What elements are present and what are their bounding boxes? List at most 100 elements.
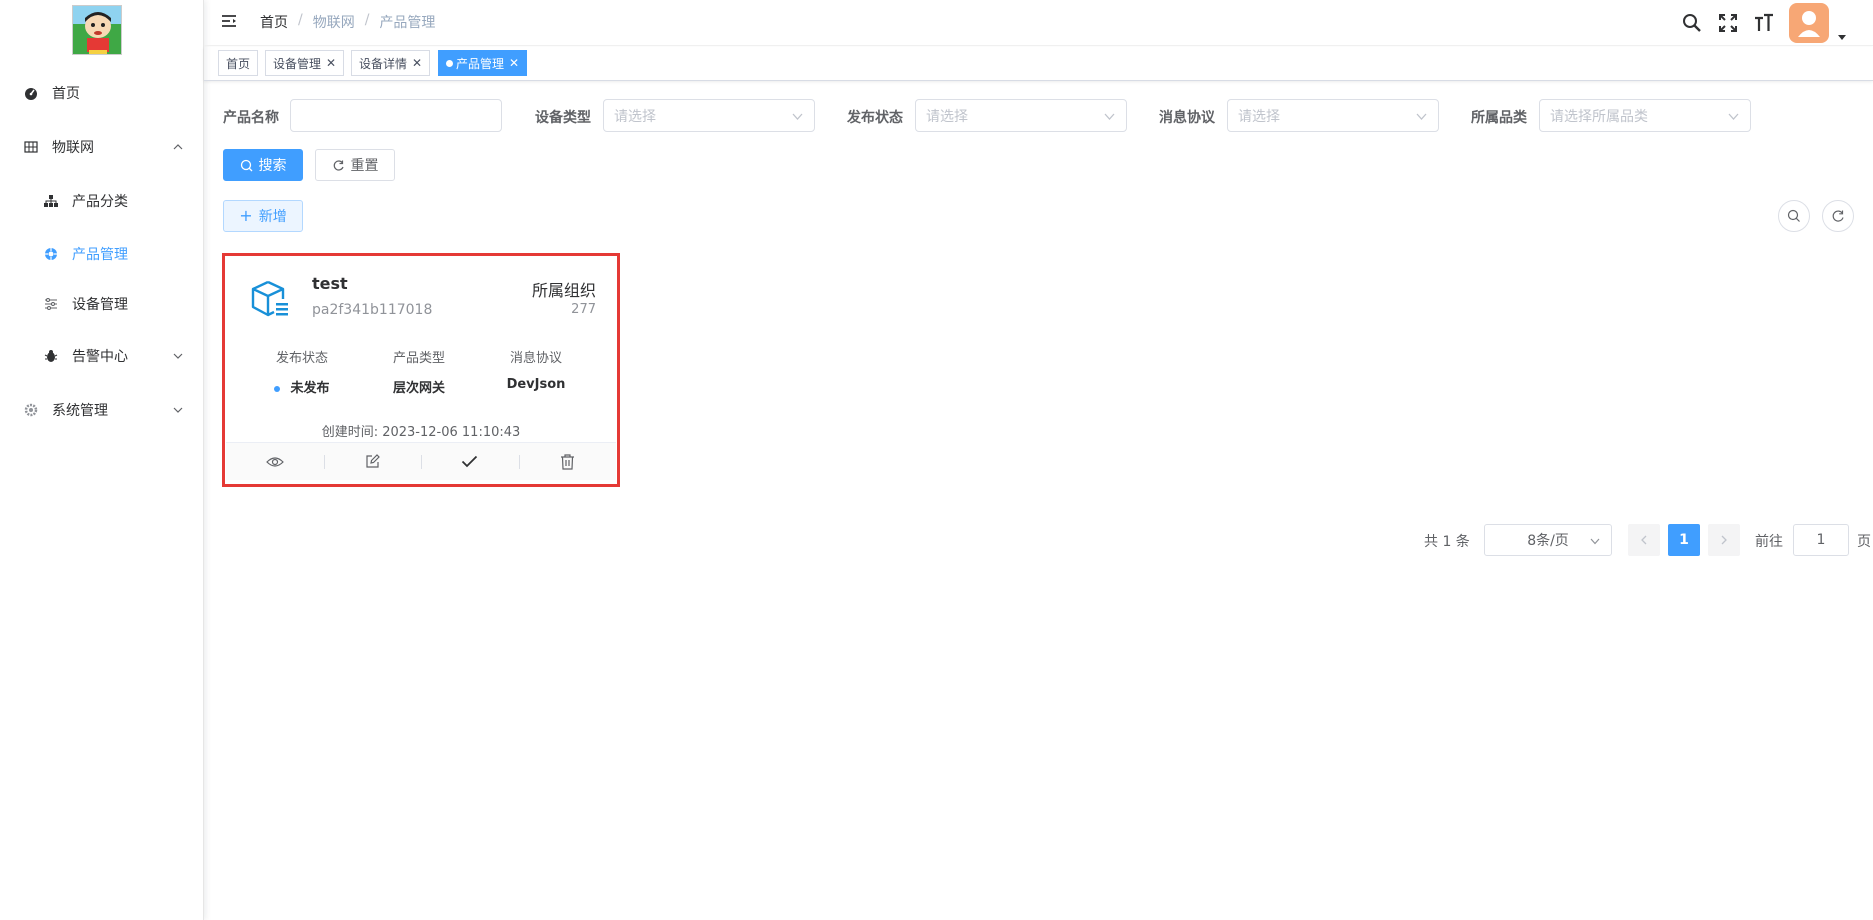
reset-button[interactable]: 重置 <box>315 149 395 181</box>
protocol-label: 消息协议 <box>1159 110 1215 126</box>
active-dot <box>446 59 453 67</box>
chevron-up-icon <box>173 144 183 150</box>
sidebar-item-label: 产品管理 <box>72 247 128 263</box>
search-icon <box>240 159 252 171</box>
chevron-down-icon <box>1416 113 1427 120</box>
goto-label: 前往 <box>1755 534 1783 550</box>
tab-device-detail[interactable]: 设备详情 ✕ <box>351 50 431 76</box>
trash-icon <box>560 453 574 470</box>
sidebar-item-label: 设备管理 <box>72 297 128 313</box>
sidebar-item-alarm-center[interactable]: 告警中心 <box>0 331 204 381</box>
edit-button[interactable] <box>323 443 422 481</box>
search-icon <box>1787 209 1800 222</box>
dashboard-icon <box>25 88 37 100</box>
status-text: 未发布 <box>290 381 330 396</box>
breadcrumb-home[interactable]: 首页 <box>260 12 288 32</box>
close-icon[interactable]: ✕ <box>326 56 336 70</box>
sidebar-item-product-category[interactable]: 产品分类 <box>0 176 204 226</box>
sidebar: 首页 物联网 产品分类 产品管理 设备管理 告警中心 系统管理 <box>0 0 204 920</box>
device-type-select[interactable]: 请选择 <box>603 99 815 132</box>
eye-icon <box>265 456 284 467</box>
select-placeholder: 请选择 <box>614 108 656 125</box>
product-code: pa2f341b117018 <box>312 302 433 318</box>
protocol-label: 消息协议 <box>509 351 562 366</box>
refresh-icon <box>333 159 344 171</box>
logo-avatar <box>72 5 122 55</box>
search-button[interactable]: 搜索 <box>223 149 303 181</box>
caret-down-icon[interactable] <box>1837 32 1847 42</box>
add-button[interactable]: + 新增 <box>223 200 303 232</box>
page-number-button[interactable]: 1 <box>1668 524 1700 556</box>
page-suffix: 页 <box>1857 534 1871 550</box>
sidebar-item-iot[interactable]: 物联网 <box>0 122 204 172</box>
protocol-select[interactable]: 请选择 <box>1227 99 1439 132</box>
tags-view: 首页 设备管理 ✕ 设备详情 ✕ 产品管理 ✕ <box>204 47 1873 81</box>
sidebar-item-label: 物联网 <box>52 140 94 156</box>
card-actions <box>226 442 616 480</box>
sidebar-item-home[interactable]: 首页 <box>0 68 204 118</box>
chevron-down-icon <box>173 407 183 413</box>
refresh-icon <box>1832 210 1844 222</box>
tab-device-management[interactable]: 设备管理 ✕ <box>265 50 345 76</box>
gear-icon <box>24 403 38 417</box>
chevron-down-icon <box>1104 113 1115 120</box>
check-icon <box>462 455 478 468</box>
close-icon[interactable]: ✕ <box>412 56 422 70</box>
search-icon[interactable] <box>1681 12 1703 34</box>
navbar-actions <box>1681 3 1847 43</box>
org-label: 所属组织 <box>531 281 596 300</box>
menu-fold-icon[interactable] <box>220 12 240 32</box>
breadcrumb: 首页 / 物联网 / 产品管理 <box>260 12 435 32</box>
page-size-select[interactable]: 8条/页 <box>1484 524 1612 556</box>
tree-icon <box>44 195 58 207</box>
sidebar-item-system-management[interactable]: 系统管理 <box>0 385 204 435</box>
breadcrumb-separator: / <box>364 12 370 28</box>
publish-status-select[interactable]: 请选择 <box>915 99 1127 132</box>
publish-button[interactable] <box>421 443 519 481</box>
product-card[interactable]: test pa2f341b117018 所属组织 277 发布状态 产品类型 消… <box>226 257 616 483</box>
publish-status-label: 发布状态 <box>275 351 328 366</box>
product-name-label: 产品名称 <box>223 110 279 126</box>
refresh-button[interactable] <box>1822 200 1854 232</box>
bug-icon <box>44 350 58 362</box>
chevron-down-icon <box>1728 113 1739 120</box>
product-type-label: 产品类型 <box>392 351 445 366</box>
tab-home[interactable]: 首页 <box>218 50 259 76</box>
delete-button[interactable] <box>518 443 617 481</box>
top-navbar: 首页 / 物联网 / 产品管理 <box>204 0 1873 46</box>
tab-label: 产品管理 <box>456 56 505 71</box>
product-icon <box>45 248 57 260</box>
view-button[interactable] <box>226 443 324 481</box>
breadcrumb-current: 产品管理 <box>379 15 436 31</box>
next-page-button[interactable] <box>1708 524 1740 556</box>
tab-product-management[interactable]: 产品管理 ✕ <box>438 50 528 76</box>
page-size-value: 8条/页 <box>1527 533 1569 549</box>
breadcrumb-separator: / <box>298 12 303 28</box>
tab-label: 设备详情 <box>359 56 408 71</box>
goto-page-input[interactable]: 1 <box>1793 524 1849 556</box>
font-size-icon[interactable] <box>1753 12 1775 34</box>
chevron-down-icon <box>792 113 803 120</box>
sidebar-item-device-management[interactable]: 设备管理 <box>0 279 204 329</box>
tab-label: 设备管理 <box>273 56 322 71</box>
fullscreen-icon[interactable] <box>1717 12 1739 34</box>
avatar[interactable] <box>1789 3 1829 43</box>
breadcrumb-iot[interactable]: 物联网 <box>313 12 355 32</box>
category-select[interactable]: 请选择所属品类 <box>1539 99 1751 132</box>
sidebar-item-product-management[interactable]: 产品管理 <box>0 229 204 279</box>
prev-page-button[interactable] <box>1628 524 1660 556</box>
product-name-input[interactable] <box>290 99 502 132</box>
plus-icon: + <box>239 206 253 225</box>
chevron-down-icon <box>1590 538 1600 545</box>
chevron-left-icon <box>1641 535 1647 545</box>
button-label: 搜索 <box>258 158 287 174</box>
publish-status-value: 未发布 <box>252 377 352 396</box>
created-time: 创建时间: 2023-12-06 11:10:43 <box>321 425 521 440</box>
pagination-total: 共 1 条 <box>1424 534 1470 550</box>
select-placeholder: 请选择 <box>1238 108 1280 125</box>
toggle-search-button[interactable] <box>1778 200 1810 232</box>
select-placeholder: 请选择所属品类 <box>1550 108 1648 125</box>
category-label: 所属品类 <box>1471 110 1527 126</box>
tab-label: 首页 <box>226 56 251 71</box>
close-icon[interactable]: ✕ <box>509 56 519 70</box>
